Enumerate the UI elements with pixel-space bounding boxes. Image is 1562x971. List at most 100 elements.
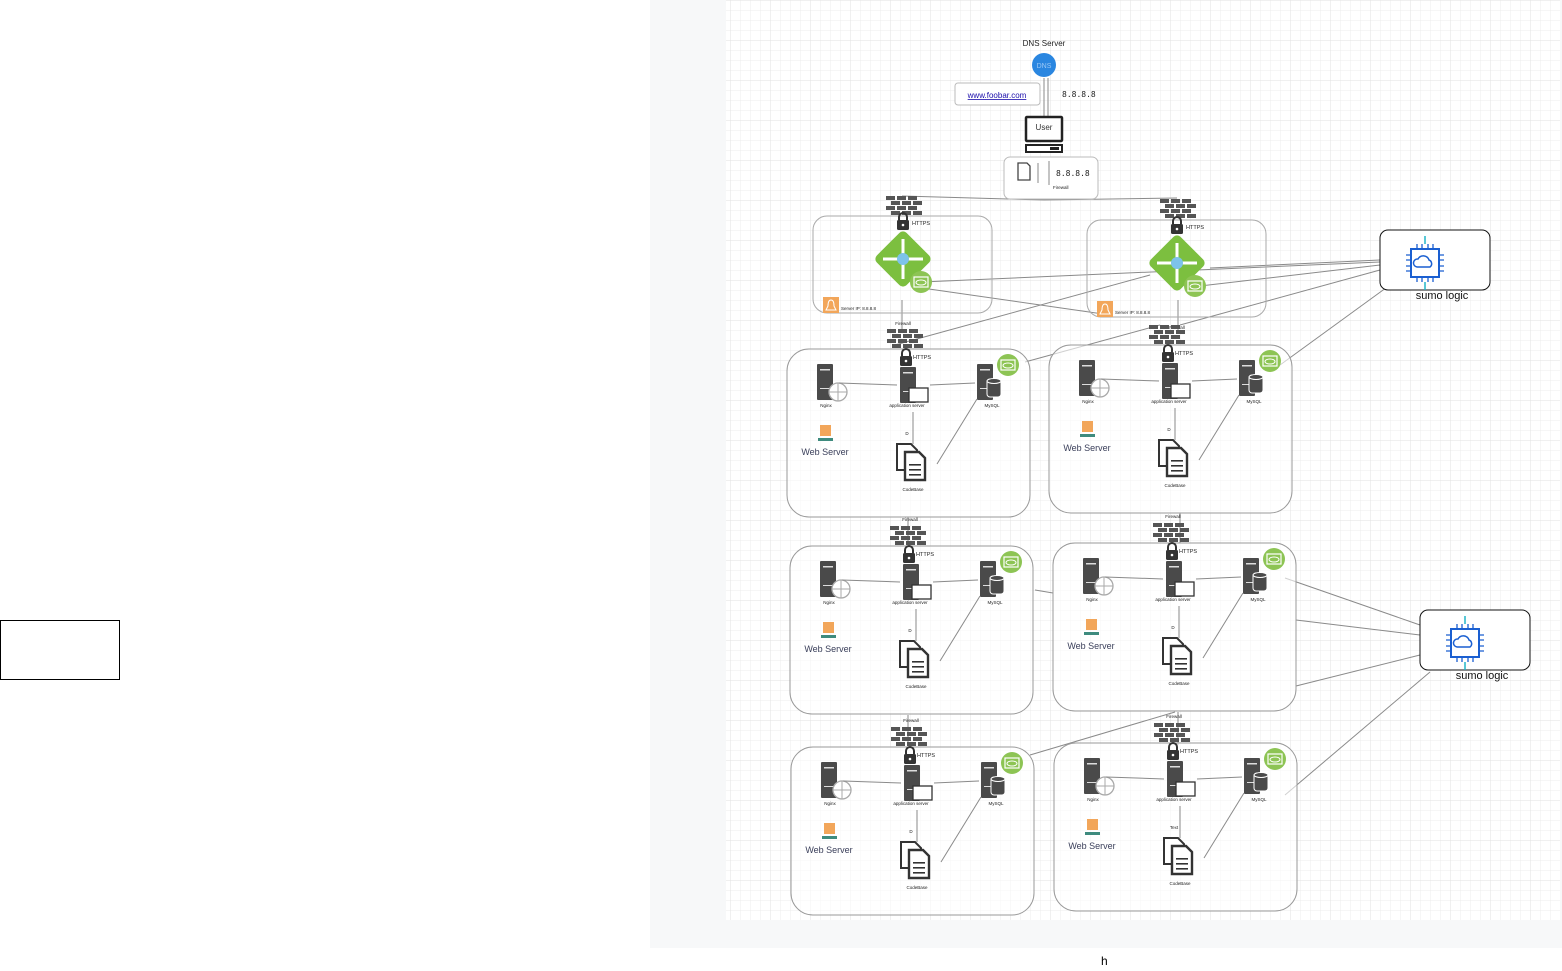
brick xyxy=(1171,209,1180,213)
user-computer-icon[interactable]: User xyxy=(1024,115,1064,153)
brick xyxy=(892,344,901,348)
codebase-label: CodeBase xyxy=(906,885,928,890)
brick xyxy=(1165,214,1174,218)
server-slot xyxy=(1082,365,1092,367)
web-server-box-2[interactable]: HTTPS Nginx application server MySQL Web Ser… xyxy=(1048,325,1293,514)
brick xyxy=(1169,538,1178,542)
url-box[interactable]: www.foobar.com xyxy=(954,82,1041,106)
doc-line xyxy=(1175,658,1187,660)
brick xyxy=(1160,209,1169,213)
application-server-label: application server xyxy=(889,403,925,408)
application-server-label: application server xyxy=(892,600,928,605)
brick xyxy=(912,536,921,540)
mysql-label: MySQL xyxy=(1250,597,1266,602)
brick xyxy=(892,334,901,338)
dns-ip-label: 8.8.8.8 xyxy=(1062,90,1096,99)
application-server-label: application server xyxy=(1151,399,1187,404)
brick xyxy=(913,737,922,741)
brick xyxy=(896,732,905,736)
server-slot xyxy=(1247,763,1257,765)
doc-line xyxy=(1176,863,1188,865)
server-slot xyxy=(823,566,833,568)
web-server-box-5[interactable]: Firewall HTTPS Nginx application server MySQ… xyxy=(790,718,1035,916)
browser-window-icon xyxy=(908,387,929,403)
brick xyxy=(1170,738,1179,742)
monitoring-eye-icon xyxy=(1184,275,1206,297)
firewall-label: Firewall xyxy=(895,321,911,326)
brick xyxy=(1165,340,1174,344)
brick xyxy=(1153,533,1162,537)
browser-window-icon xyxy=(1170,383,1191,399)
brick xyxy=(1164,523,1173,527)
web-server-box-3[interactable]: Firewall HTTPS Nginx application server MySQ… xyxy=(789,517,1034,715)
server-slot xyxy=(824,767,834,769)
brick xyxy=(914,344,923,348)
doc-line xyxy=(913,862,925,864)
codebase-label: CodeBase xyxy=(902,487,924,492)
web-server-label: Web Server xyxy=(1068,841,1115,851)
https-label: HTTPS xyxy=(913,355,931,361)
brick xyxy=(1149,335,1158,339)
brick xyxy=(1182,199,1191,203)
brick xyxy=(902,727,911,731)
server-slot xyxy=(983,566,993,568)
brick xyxy=(1176,340,1185,344)
brick xyxy=(1154,340,1163,344)
firewall-label: Firewall xyxy=(903,718,919,723)
server-slot xyxy=(980,369,990,371)
brick xyxy=(886,196,895,200)
brick xyxy=(906,541,915,545)
brick xyxy=(1171,325,1180,329)
server-slot xyxy=(907,770,917,772)
brick xyxy=(1160,199,1169,203)
brick xyxy=(906,531,915,535)
database-icon xyxy=(1253,772,1269,792)
globe-icon xyxy=(831,579,851,599)
monitoring-eye-icon xyxy=(1264,748,1286,770)
https-label: HTTPS xyxy=(1175,351,1193,357)
dns-icon[interactable]: DNS xyxy=(1032,53,1056,77)
database-icon xyxy=(1252,572,1268,592)
server-slot xyxy=(820,388,830,389)
web-server-box-4[interactable]: Firewall HTTPS Nginx application server MySQ… xyxy=(1052,514,1297,712)
web-server-label: Web Server xyxy=(804,644,851,654)
lock-hole xyxy=(1171,753,1175,757)
brick xyxy=(912,526,921,530)
brick xyxy=(1180,528,1189,532)
empty-rectangle[interactable] xyxy=(0,620,120,680)
user-firewall-box[interactable]: 8.8.8.8 Firewall xyxy=(1003,156,1099,200)
lock-hole xyxy=(901,223,905,227)
brick xyxy=(1153,523,1162,527)
brick xyxy=(897,206,906,210)
doc-line xyxy=(913,867,925,869)
https-label: HTTPS xyxy=(917,753,935,759)
globe-icon xyxy=(1090,378,1110,398)
server-slot xyxy=(903,372,913,374)
db-top xyxy=(990,776,1006,782)
brick xyxy=(1154,723,1163,727)
doc-line xyxy=(912,661,924,663)
browser-window-icon xyxy=(1174,581,1195,597)
web-server-label: Web Server xyxy=(805,845,852,855)
server-ip-label: Server IP: 8.8.8.8 xyxy=(1115,310,1151,315)
https-label: HTTPS xyxy=(1180,749,1198,755)
drive xyxy=(1050,147,1059,150)
brick xyxy=(907,742,916,746)
web-server-box-6[interactable]: Firewall HTTPS Nginx application server MySQ… xyxy=(1053,714,1298,912)
https-label: HTTPS xyxy=(916,552,934,558)
web-server-box-1[interactable]: HTTPS Nginx application server MySQL Web Ser… xyxy=(786,329,1031,518)
brick xyxy=(898,329,907,333)
doc-line xyxy=(1176,868,1188,870)
doc-front xyxy=(903,450,927,482)
brick xyxy=(908,196,917,200)
server-slot xyxy=(1087,782,1097,783)
brick xyxy=(1160,325,1169,329)
globe-icon xyxy=(1094,576,1114,596)
brick xyxy=(1159,728,1168,732)
database-icon xyxy=(1248,374,1264,394)
monitoring-eye-icon xyxy=(1259,350,1281,372)
brick xyxy=(896,742,905,746)
diagram-canvas[interactable]: DNS Server DNS www.foobar.com 8.8.8.8 User 8.… xyxy=(650,0,1562,948)
dns-server-label: DNS Server xyxy=(1023,39,1066,48)
brick xyxy=(903,344,912,348)
